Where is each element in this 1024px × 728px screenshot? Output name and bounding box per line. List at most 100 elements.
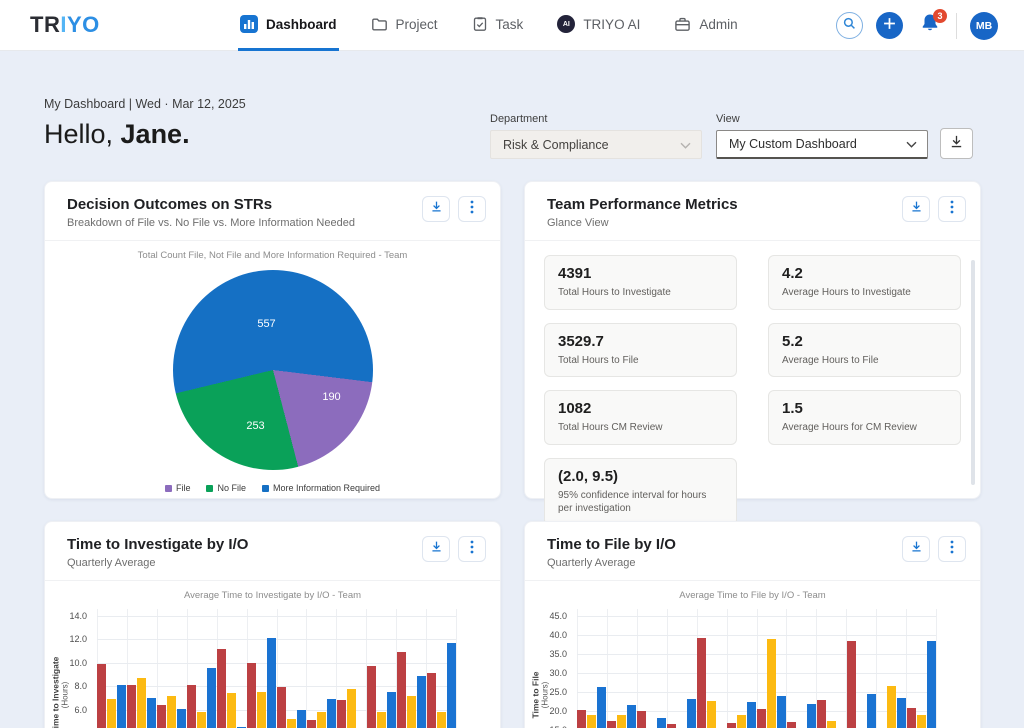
card-more-button[interactable] xyxy=(938,196,966,222)
card-download-button[interactable] xyxy=(902,536,930,562)
y-tick-label: 14.0 xyxy=(69,611,87,621)
bar-group xyxy=(607,609,637,728)
legend-label: More Information Required xyxy=(273,483,380,493)
card-actions xyxy=(902,196,966,222)
download-icon xyxy=(430,200,443,218)
tab-task[interactable]: Task xyxy=(470,0,526,51)
bar xyxy=(437,712,446,728)
card-download-button[interactable] xyxy=(422,536,450,562)
bar-group xyxy=(97,609,127,728)
card-header-text: Time to Investigate by I/O Quarterly Ave… xyxy=(67,536,248,569)
stat-caption: 95% confidence interval for hours per in… xyxy=(558,489,723,516)
bar xyxy=(347,689,356,728)
bar xyxy=(267,638,276,728)
bar xyxy=(447,643,456,728)
download-icon xyxy=(949,134,964,154)
kebab-icon xyxy=(470,540,474,559)
dashboard-icon xyxy=(240,15,258,33)
card-more-button[interactable] xyxy=(938,536,966,562)
bar xyxy=(247,663,256,728)
bar xyxy=(117,685,126,728)
y-tick-label: 35.0 xyxy=(549,649,567,659)
avatar[interactable]: MB xyxy=(970,12,998,40)
plot-area xyxy=(97,609,456,728)
clipboard-check-icon xyxy=(472,16,488,32)
search-icon xyxy=(843,17,856,35)
bar xyxy=(427,673,436,728)
bar xyxy=(657,718,666,728)
card-header: Decision Outcomes on STRs Breakdown of F… xyxy=(45,182,500,241)
logo-part-lightblue: I xyxy=(60,12,67,37)
card-scrollbar[interactable] xyxy=(971,260,975,485)
bar xyxy=(747,702,756,728)
card-more-button[interactable] xyxy=(458,536,486,562)
bar xyxy=(407,696,416,728)
bar-group xyxy=(396,609,426,728)
bar-group xyxy=(336,609,366,728)
card-actions xyxy=(902,536,966,562)
y-tick-label: 6.0 xyxy=(74,705,87,715)
bar xyxy=(257,692,266,728)
stat-value: 3529.7 xyxy=(558,333,723,350)
bar xyxy=(817,700,826,728)
grid-line xyxy=(936,609,937,728)
stat-caption: Total Hours to File xyxy=(558,354,723,368)
bar xyxy=(157,705,166,728)
legend-swatch xyxy=(165,485,172,492)
card-subtitle: Quarterly Average xyxy=(67,557,248,569)
bar xyxy=(827,721,836,728)
card-header-text: Team Performance Metrics Glance View xyxy=(547,196,738,229)
search-button[interactable] xyxy=(836,12,863,39)
tab-label: Dashboard xyxy=(266,17,337,32)
bar-group xyxy=(906,609,936,728)
bar xyxy=(327,699,336,728)
pie-value-no-file: 253 xyxy=(246,420,264,432)
triyo-logo[interactable]: TRIYO xyxy=(30,12,100,38)
card-more-button[interactable] xyxy=(458,196,486,222)
card-download-button[interactable] xyxy=(422,196,450,222)
card-header-text: Decision Outcomes on STRs Breakdown of F… xyxy=(67,196,355,229)
department-select[interactable]: Risk & Compliance xyxy=(490,130,702,159)
tab-triyo-ai[interactable]: AI TRIYO AI xyxy=(555,0,642,51)
create-button[interactable] xyxy=(876,12,903,39)
view-select[interactable]: My Custom Dashboard xyxy=(716,130,928,159)
bar xyxy=(277,687,286,728)
bar xyxy=(927,641,936,728)
notifications-button[interactable]: 3 xyxy=(916,12,943,39)
y-tick-label: 12.0 xyxy=(69,634,87,644)
bar-chart-file: Time to File (Hours) 45.040.035.030.025.… xyxy=(525,609,980,728)
stat-caption: Average Hours for CM Review xyxy=(782,421,947,435)
bar xyxy=(97,664,106,728)
page-title: Hello, Jane. xyxy=(44,119,190,150)
y-axis-ticks: 45.040.035.030.025.020.015.010.05.0 xyxy=(525,609,571,728)
pie-value-more-info: 557 xyxy=(257,318,275,330)
bar xyxy=(907,708,916,728)
bar-group xyxy=(217,609,247,728)
card-title: Time to Investigate by I/O xyxy=(67,536,248,553)
card-subtitle: Breakdown of File vs. No File vs. More I… xyxy=(67,217,355,229)
bar xyxy=(807,704,816,728)
bar xyxy=(627,705,636,728)
pie-legend: File No File More Information Required xyxy=(45,483,500,493)
tab-label: TRIYO AI xyxy=(583,17,640,32)
download-dashboard-button[interactable] xyxy=(940,128,973,159)
bar xyxy=(917,715,926,728)
card-download-button[interactable] xyxy=(902,196,930,222)
bar xyxy=(227,693,236,728)
greeting-prefix: Hello, xyxy=(44,119,121,149)
bar-group xyxy=(727,609,757,728)
bar xyxy=(697,638,706,728)
stat-value: 1082 xyxy=(558,400,723,417)
tab-project[interactable]: Project xyxy=(369,0,440,51)
card-decision-outcomes: Decision Outcomes on STRs Breakdown of F… xyxy=(44,181,501,499)
breadcrumb: My Dashboard | Wed · Mar 12, 2025 xyxy=(44,97,246,111)
logo-part-blue: YO xyxy=(67,12,100,37)
stat-caption: Average Hours to Investigate xyxy=(782,286,947,300)
bar xyxy=(127,685,136,728)
bar xyxy=(597,687,606,728)
bar xyxy=(617,715,626,728)
bar-group xyxy=(786,609,816,728)
tab-dashboard[interactable]: Dashboard xyxy=(238,0,339,51)
tab-admin[interactable]: Admin xyxy=(672,0,739,51)
bar-group xyxy=(876,609,906,728)
